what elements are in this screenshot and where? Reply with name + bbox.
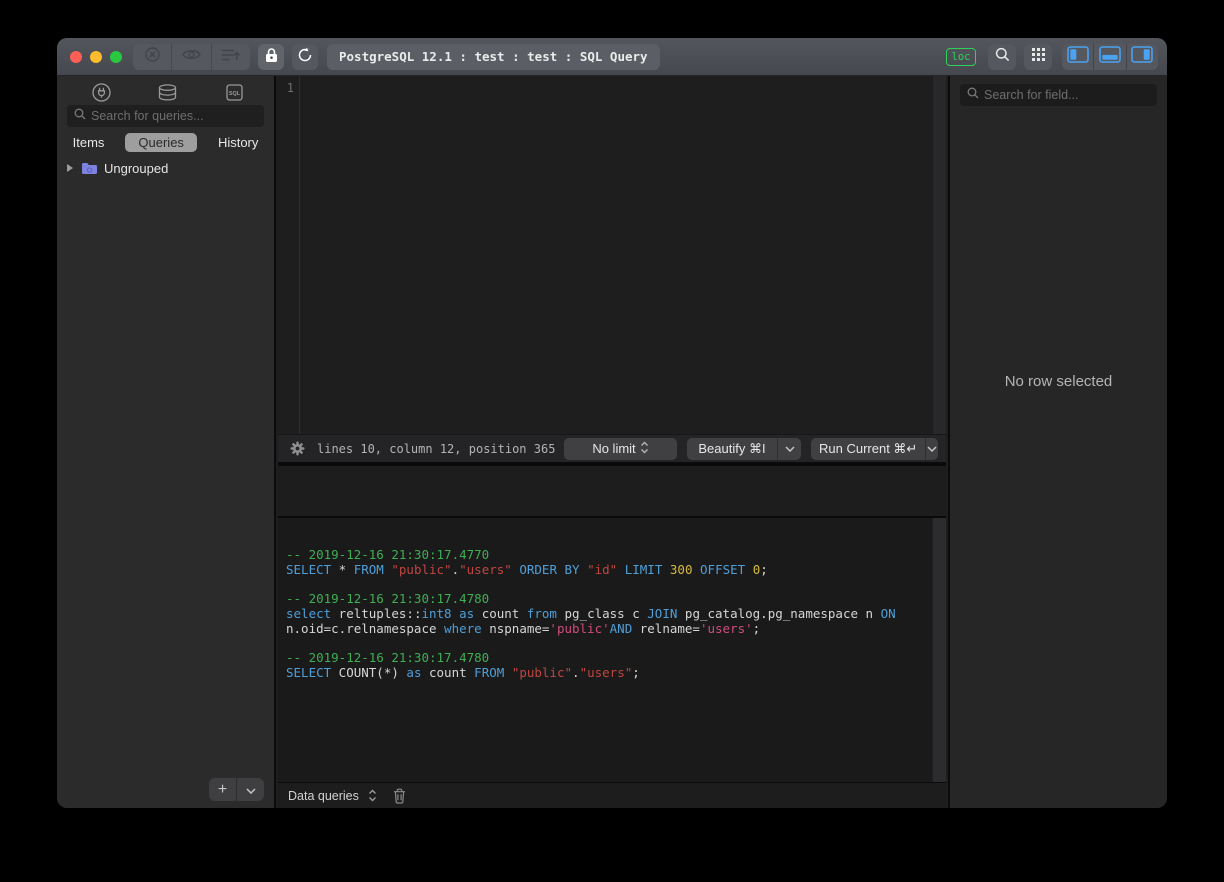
stepper-icon bbox=[640, 441, 649, 457]
panel-bottom-icon bbox=[1099, 46, 1121, 68]
window-title: PostgreSQL 12.1 : test : test : SQL Quer… bbox=[327, 44, 660, 70]
log-timestamp: -- 2019-12-16 21:30:17.4780 bbox=[286, 650, 922, 665]
tab-items[interactable]: Items bbox=[69, 133, 109, 152]
sidebar-nav-icons: SQL bbox=[57, 80, 274, 104]
refresh-button[interactable] bbox=[292, 44, 318, 70]
query-search-field bbox=[67, 105, 264, 127]
open-tabs-button[interactable] bbox=[1024, 44, 1052, 70]
chevron-down-icon bbox=[246, 782, 256, 798]
row-detail-panel: No row selected bbox=[948, 76, 1167, 808]
toggle-bottom-panel-button[interactable] bbox=[1093, 44, 1125, 70]
sidebar: SQL Items Queries History Ungrouped + bbox=[57, 76, 276, 808]
toolbar-item-actions bbox=[133, 44, 250, 70]
database-icon[interactable] bbox=[156, 80, 180, 104]
log-timestamp: -- 2019-12-16 21:30:17.4770 bbox=[286, 547, 922, 562]
toggle-right-panel-button[interactable] bbox=[1126, 44, 1158, 70]
gear-icon[interactable] bbox=[290, 441, 305, 456]
beautify-button[interactable]: Beautify ⌘I bbox=[687, 438, 801, 460]
run-current-label: Run Current ⌘↵ bbox=[811, 441, 925, 457]
editor-statusbar: lines 10, column 12, position 365 No lim… bbox=[278, 434, 946, 462]
log-footer: Data queries bbox=[278, 782, 946, 808]
lock-icon bbox=[265, 47, 278, 68]
field-search-input[interactable] bbox=[984, 88, 1150, 102]
log-filter-select[interactable] bbox=[368, 789, 377, 802]
add-query-controls: + bbox=[209, 778, 264, 801]
add-query-button[interactable]: + bbox=[209, 778, 236, 801]
svg-text:SQL: SQL bbox=[228, 91, 240, 97]
minimize-window-button[interactable] bbox=[90, 51, 102, 63]
tree-item-ungrouped[interactable]: Ungrouped bbox=[57, 158, 274, 178]
log-entry: -- 2019-12-16 21:30:17.4780select reltup… bbox=[286, 591, 922, 636]
folder-icon bbox=[81, 162, 98, 175]
eye-icon bbox=[182, 48, 201, 66]
add-query-menu-button[interactable] bbox=[236, 778, 264, 801]
main-column: 1 lines 10, column 12, position 365 No l… bbox=[278, 76, 946, 808]
line-number: 1 bbox=[278, 81, 294, 95]
connection-plug-icon[interactable] bbox=[89, 80, 113, 104]
editor-scrollbar[interactable] bbox=[932, 76, 946, 434]
panel-right-icon bbox=[1131, 46, 1153, 68]
field-search-field bbox=[960, 84, 1157, 106]
log-timestamp: -- 2019-12-16 21:30:17.4780 bbox=[286, 591, 922, 606]
beautify-menu-button[interactable] bbox=[777, 438, 801, 460]
refresh-icon bbox=[297, 47, 313, 68]
lock-button[interactable] bbox=[258, 44, 284, 70]
tab-history[interactable]: History bbox=[214, 133, 262, 152]
global-search-button[interactable] bbox=[988, 44, 1016, 70]
panel-left-icon bbox=[1067, 46, 1089, 68]
preview-button[interactable] bbox=[171, 44, 210, 70]
tab-queries[interactable]: Queries bbox=[125, 133, 197, 152]
query-log-content: -- 2019-12-16 21:30:17.4770SELECT * FROM… bbox=[278, 518, 946, 680]
log-entry: -- 2019-12-16 21:30:17.4780SELECT COUNT(… bbox=[286, 650, 922, 680]
beautify-label: Beautify ⌘I bbox=[687, 441, 777, 457]
commit-list-icon bbox=[221, 48, 240, 67]
log-filter-label: Data queries bbox=[288, 789, 359, 803]
close-item-button[interactable] bbox=[133, 44, 171, 70]
panel-layout-toggles bbox=[1062, 44, 1158, 70]
localhost-badge[interactable]: loc bbox=[946, 48, 976, 66]
log-scrollbar[interactable] bbox=[932, 518, 946, 782]
commit-changes-button[interactable] bbox=[211, 44, 250, 70]
run-menu-button[interactable] bbox=[925, 438, 938, 460]
search-icon bbox=[74, 107, 86, 125]
row-limit-select[interactable]: No limit bbox=[564, 438, 677, 460]
close-circle-icon bbox=[144, 46, 161, 68]
row-limit-value: No limit bbox=[592, 441, 635, 456]
query-search-input[interactable] bbox=[91, 109, 257, 123]
log-entry: -- 2019-12-16 21:30:17.4770SELECT * FROM… bbox=[286, 547, 922, 577]
disclosure-triangle-icon[interactable] bbox=[66, 163, 74, 173]
sql-editor[interactable]: 1 bbox=[278, 76, 946, 434]
gutter-divider bbox=[299, 76, 300, 434]
run-current-button[interactable]: Run Current ⌘↵ bbox=[811, 438, 938, 460]
search-icon bbox=[967, 86, 979, 104]
traffic-lights bbox=[70, 51, 122, 63]
cursor-position-status: lines 10, column 12, position 365 bbox=[317, 442, 555, 456]
results-pane bbox=[278, 466, 946, 516]
app-grid-icon bbox=[1032, 48, 1045, 66]
clear-log-button[interactable] bbox=[393, 788, 406, 804]
titlebar: PostgreSQL 12.1 : test : test : SQL Quer… bbox=[57, 38, 1167, 76]
app-window: PostgreSQL 12.1 : test : test : SQL Quer… bbox=[57, 38, 1167, 808]
search-icon bbox=[995, 47, 1010, 67]
toggle-left-panel-button[interactable] bbox=[1062, 44, 1093, 70]
query-log[interactable]: -- 2019-12-16 21:30:17.4770SELECT * FROM… bbox=[278, 518, 946, 782]
no-row-selected-message: No row selected bbox=[950, 373, 1167, 390]
tree-item-label: Ungrouped bbox=[104, 161, 168, 176]
sidebar-tabs: Items Queries History bbox=[57, 131, 274, 153]
zoom-window-button[interactable] bbox=[110, 51, 122, 63]
close-window-button[interactable] bbox=[70, 51, 82, 63]
sql-file-icon[interactable]: SQL bbox=[222, 80, 246, 104]
